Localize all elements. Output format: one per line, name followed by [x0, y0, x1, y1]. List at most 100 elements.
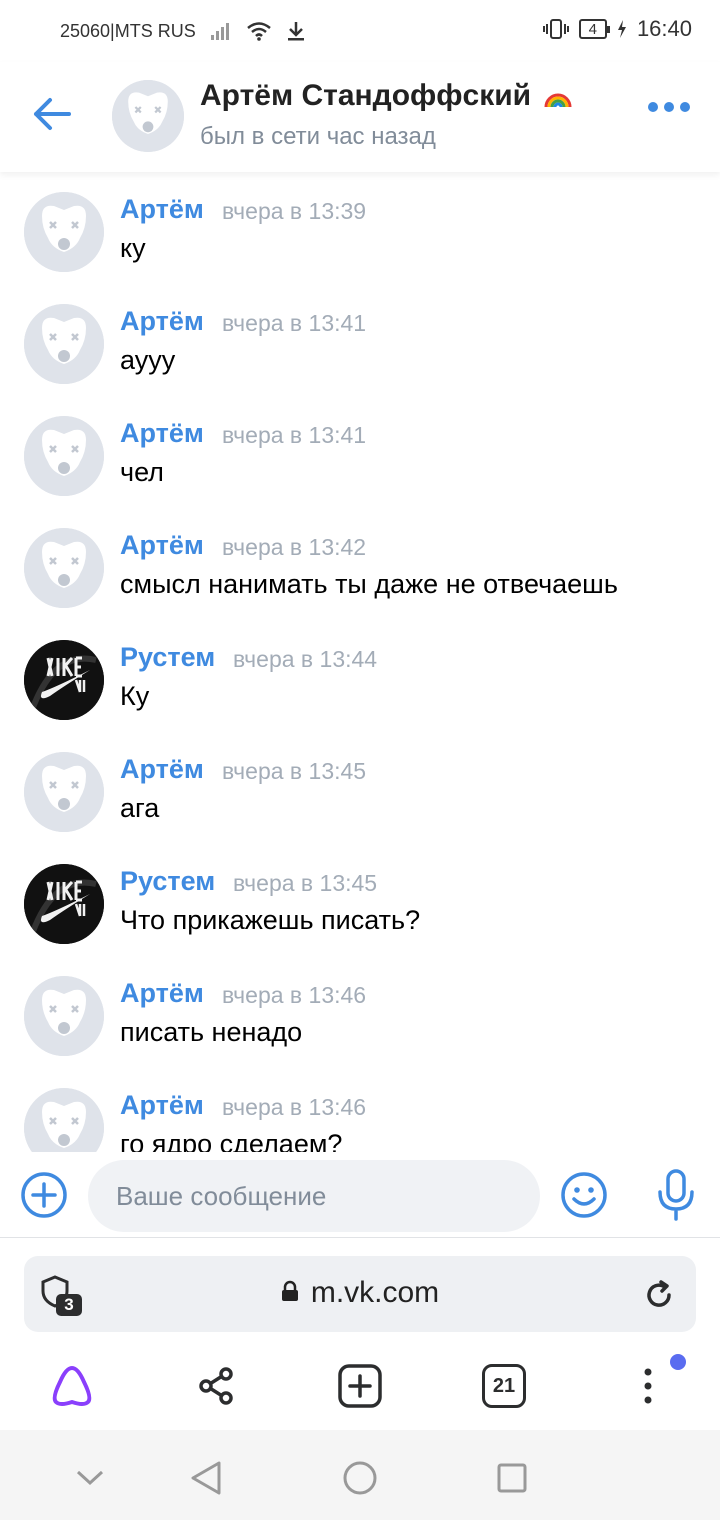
- message-input[interactable]: [88, 1160, 540, 1232]
- plus-square-icon: [338, 1364, 382, 1408]
- status-bar: 25060|MTS RUS 4 16:40: [0, 0, 720, 62]
- triangle-back-icon: [191, 1461, 221, 1495]
- message-item[interactable]: Рустем вчера в 13:45 Что прикажешь писать?: [0, 852, 720, 964]
- lock-icon: [281, 1280, 298, 1302]
- tabs-button[interactable]: 21: [480, 1362, 528, 1410]
- message-author[interactable]: Артём: [120, 194, 204, 225]
- message-item[interactable]: Артём вчера в 13:46 го ядро сделаем?: [0, 1076, 720, 1152]
- more-options-button[interactable]: [648, 102, 690, 112]
- dot-icon: [680, 102, 690, 112]
- chat-title: Артём Стандоффский: [200, 79, 573, 113]
- message-item[interactable]: Артём вчера в 13:45 ага: [0, 740, 720, 852]
- message-time: вчера в 13:41: [222, 422, 367, 448]
- vibrate-icon: [542, 19, 569, 39]
- message-time: вчера в 13:46: [222, 1094, 367, 1120]
- signal-icon: [210, 23, 229, 40]
- message-text: чел: [120, 457, 164, 487]
- message-text: Ку: [120, 681, 150, 711]
- message-avatar[interactable]: [24, 976, 104, 1056]
- browser-toolbar: 3 m.vk.com 21: [0, 1238, 720, 1430]
- message-author[interactable]: Артём: [120, 1090, 204, 1121]
- alice-icon: [52, 1366, 92, 1406]
- reload-icon: [647, 1280, 671, 1307]
- chat-status: был в сети час назад: [200, 123, 436, 150]
- deactivated-dog-icon: [24, 752, 104, 832]
- message-text: ага: [120, 793, 160, 823]
- message-author[interactable]: Артём: [120, 306, 204, 337]
- message-time: вчера в 13:46: [222, 982, 367, 1008]
- message-text: смысл нанимать ты даже не отвечаешь: [120, 569, 618, 599]
- message-time: вчера в 13:45: [222, 758, 367, 784]
- chat-title-text: Артём Стандоффский: [200, 79, 532, 112]
- nav-recents-button[interactable]: [492, 1458, 532, 1498]
- message-author[interactable]: Артём: [120, 530, 204, 561]
- message-avatar[interactable]: [24, 192, 104, 272]
- message-text: Что прикажешь писать?: [120, 905, 421, 935]
- browser-bottom-tools: 21: [0, 1342, 720, 1430]
- message-item[interactable]: Артём вчера в 13:46 писать ненадо: [0, 964, 720, 1076]
- system-navigation-bar: [0, 1430, 720, 1520]
- nike-air-icon: [24, 864, 104, 944]
- voice-message-button[interactable]: [652, 1168, 700, 1222]
- message-item[interactable]: Артём вчера в 13:41 чел: [0, 404, 720, 516]
- back-button[interactable]: [28, 90, 76, 138]
- message-avatar[interactable]: [24, 528, 104, 608]
- rainbow-icon: [544, 93, 572, 108]
- message-avatar[interactable]: [24, 864, 104, 944]
- tabs-count: 21: [482, 1364, 526, 1408]
- share-button[interactable]: [192, 1362, 240, 1410]
- plus-circle-icon: [21, 1172, 67, 1218]
- menu-button[interactable]: [624, 1354, 686, 1410]
- nike-air-icon: [24, 640, 104, 720]
- new-tab-button[interactable]: [336, 1362, 384, 1410]
- message-text: писать ненадо: [120, 1017, 303, 1047]
- message-author[interactable]: Рустем: [120, 642, 215, 673]
- message-time: вчера в 13:39: [222, 198, 367, 224]
- message-time: вчера в 13:42: [222, 534, 367, 560]
- message-list[interactable]: Артём вчера в 13:39 ку Артём вчера в 13:41 ау…: [0, 180, 720, 1152]
- download-icon: [287, 22, 304, 41]
- url-display[interactable]: m.vk.com: [24, 1276, 696, 1310]
- message-composer: [0, 1152, 720, 1238]
- nav-home-button[interactable]: [340, 1458, 380, 1498]
- url-text: m.vk.com: [310, 1276, 440, 1309]
- clock: 16:40: [636, 16, 692, 41]
- nav-back-button[interactable]: [186, 1458, 226, 1498]
- microphone-icon: [658, 1169, 694, 1221]
- dot-icon: [648, 102, 658, 112]
- dot-icon: [664, 102, 674, 112]
- notification-dot: [670, 1354, 686, 1370]
- square-recents-icon: [497, 1463, 527, 1493]
- message-author[interactable]: Артём: [120, 418, 204, 449]
- message-avatar[interactable]: [24, 1088, 104, 1152]
- message-item[interactable]: Артём вчера в 13:39 ку: [0, 180, 720, 292]
- message-author[interactable]: Артём: [120, 754, 204, 785]
- hide-keyboard-button[interactable]: [70, 1458, 110, 1498]
- carrier-label: 25060|MTS RUS: [60, 20, 196, 41]
- deactivated-dog-icon: [24, 976, 104, 1056]
- message-author[interactable]: Артём: [120, 978, 204, 1009]
- emoji-button[interactable]: [560, 1171, 608, 1219]
- message-avatar[interactable]: [24, 304, 104, 384]
- message-author[interactable]: Рустем: [120, 866, 215, 897]
- message-text: го ядро сделаем?: [120, 1129, 343, 1152]
- attach-button[interactable]: [20, 1171, 68, 1219]
- message-time: вчера в 13:45: [233, 870, 378, 896]
- message-item[interactable]: Артём вчера в 13:41 ауyy: [0, 292, 720, 404]
- smile-icon: [561, 1172, 607, 1218]
- message-avatar[interactable]: [24, 416, 104, 496]
- message-avatar[interactable]: [24, 640, 104, 720]
- message-avatar[interactable]: [24, 752, 104, 832]
- address-bar[interactable]: 3 m.vk.com: [24, 1256, 696, 1332]
- message-time: вчера в 13:41: [222, 310, 367, 336]
- message-item[interactable]: Рустем вчера в 13:44 Ку: [0, 628, 720, 740]
- deactivated-dog-icon: [24, 528, 104, 608]
- share-icon: [199, 1367, 233, 1405]
- vertical-dots-icon: [644, 1368, 652, 1404]
- reload-button[interactable]: [642, 1278, 676, 1312]
- message-item[interactable]: Артём вчера в 13:42 смысл нанимать ты даже…: [0, 516, 720, 628]
- deactivated-dog-icon: [24, 192, 104, 272]
- chat-avatar[interactable]: [112, 80, 184, 152]
- message-text: ауyy: [120, 345, 176, 375]
- alice-button[interactable]: [48, 1362, 96, 1410]
